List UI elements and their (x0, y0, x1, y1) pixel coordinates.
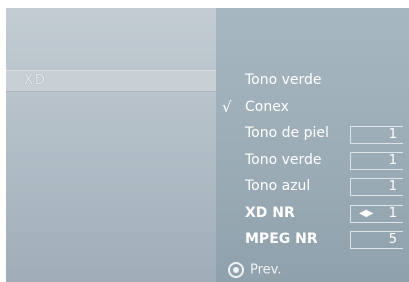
menu-item-tono-verde-header[interactable]: Tono verde (245, 72, 322, 88)
value-text: 1 (388, 206, 397, 221)
xd-nr-value[interactable]: ◀▶ 1 (350, 205, 403, 223)
value-text: 1 (388, 153, 397, 168)
menu-item-tono-azul[interactable]: Tono azul (245, 178, 310, 194)
menu-item-conex[interactable]: Conex (245, 99, 289, 115)
category-panel: XD (6, 8, 216, 282)
left-right-arrows-icon: ◀▶ (359, 208, 373, 219)
mpeg-nr-value[interactable]: 5 (350, 231, 403, 249)
menu-item-xd-nr[interactable]: XD NR (245, 205, 295, 221)
menu-item-label: Tono verde (245, 152, 322, 168)
sidebar-item-xd[interactable]: XD (6, 70, 216, 92)
menu-item-label: Tono de piel (245, 125, 329, 141)
tono-verde-value[interactable]: 1 (350, 152, 403, 170)
menu-item-label: Tono verde (245, 72, 322, 88)
prev-button[interactable]: Prev. (228, 262, 281, 278)
prev-label: Prev. (250, 262, 282, 278)
remote-ok-icon (228, 262, 244, 278)
value-text: 1 (388, 127, 397, 142)
value-text: 5 (388, 232, 397, 247)
tono-de-piel-value[interactable]: 1 (350, 126, 403, 144)
check-icon: √ (222, 98, 232, 116)
sidebar-item-label: XD (24, 73, 47, 88)
menu-item-label: Tono azul (245, 178, 311, 194)
tono-azul-value[interactable]: 1 (350, 178, 403, 196)
osd-screen: XD (6, 8, 409, 282)
value-text: 1 (388, 179, 397, 194)
menu-item-label: Conex (245, 99, 289, 115)
menu-item-tono-verde[interactable]: Tono verde (245, 152, 322, 168)
menu-item-label: XD NR (245, 205, 295, 221)
menu-item-label: MPEG NR (245, 231, 318, 247)
menu-item-tono-de-piel[interactable]: Tono de piel (245, 125, 329, 141)
menu-item-mpeg-nr[interactable]: MPEG NR (245, 231, 318, 247)
